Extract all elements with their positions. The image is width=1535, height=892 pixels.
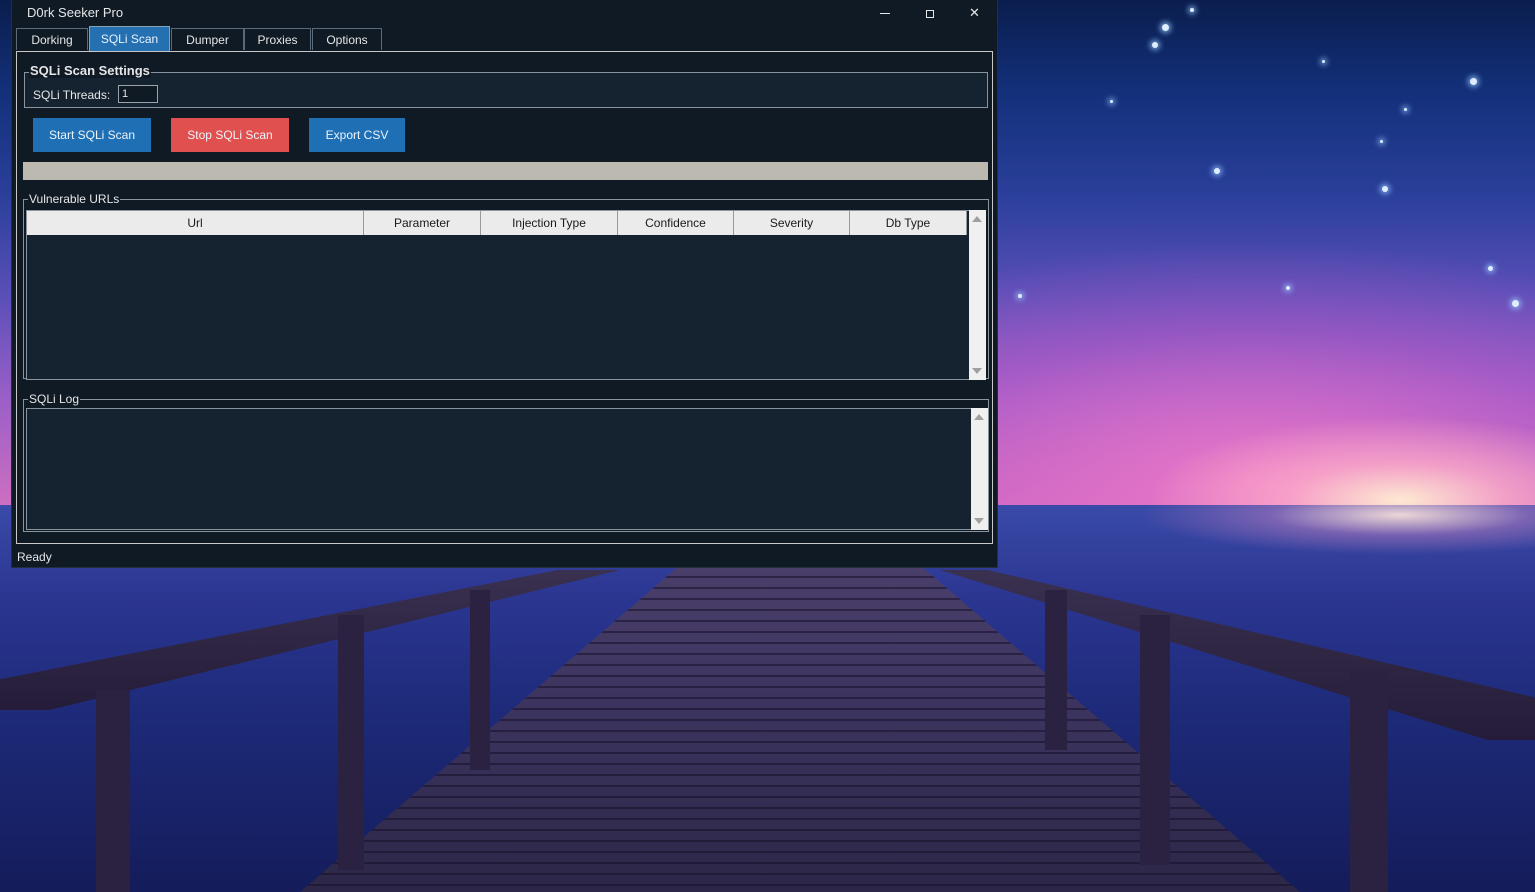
sqli-log-textarea[interactable]: [26, 408, 972, 530]
star: [1512, 300, 1519, 307]
column-header-confidence[interactable]: Confidence: [618, 211, 734, 235]
column-header-url[interactable]: Url: [27, 211, 364, 235]
star: [1488, 266, 1493, 271]
pier-post: [338, 615, 364, 870]
star: [1470, 78, 1477, 85]
star: [1018, 294, 1022, 298]
tab-dorking[interactable]: Dorking: [16, 28, 88, 50]
minimize-button[interactable]: [862, 0, 907, 26]
star: [1162, 24, 1169, 31]
maximize-icon: [925, 9, 934, 18]
star: [1110, 100, 1113, 103]
scan-progress-bar: [23, 162, 988, 180]
scroll-up-icon[interactable]: [972, 216, 982, 222]
star: [1322, 60, 1325, 63]
start-sqli-scan-button[interactable]: Start SQLi Scan: [33, 118, 151, 152]
tab-proxies[interactable]: Proxies: [244, 28, 311, 50]
stop-sqli-scan-button[interactable]: Stop SQLi Scan: [171, 118, 289, 152]
tab-dumper[interactable]: Dumper: [171, 28, 244, 50]
pier-post: [1350, 670, 1388, 892]
window-title: D0rk Seeker Pro: [27, 5, 124, 20]
sqli-settings-title: SQLi Scan Settings: [29, 63, 151, 78]
sqli-log-group: SQLi Log: [23, 392, 989, 532]
title-bar[interactable]: D0rk Seeker Pro ✕: [12, 0, 997, 26]
star: [1214, 168, 1220, 174]
grid-header: Url Parameter Injection Type Confidence …: [27, 211, 967, 235]
star: [1380, 140, 1383, 143]
scroll-down-icon[interactable]: [972, 368, 982, 374]
status-text: Ready: [17, 550, 52, 564]
scroll-down-icon[interactable]: [974, 518, 984, 524]
scroll-up-icon[interactable]: [974, 414, 984, 420]
star: [1286, 286, 1290, 290]
tab-options[interactable]: Options: [312, 28, 382, 50]
threads-input[interactable]: [118, 85, 158, 103]
pier-post: [1045, 590, 1067, 750]
tab-sqli-scan[interactable]: SQLi Scan: [89, 26, 170, 51]
pier-post: [470, 590, 490, 770]
star: [1190, 8, 1194, 12]
column-header-injection-type[interactable]: Injection Type: [481, 211, 618, 235]
sqli-log-scrollbar[interactable]: [971, 408, 988, 530]
threads-label: SQLi Threads:: [33, 88, 111, 102]
star: [1152, 42, 1158, 48]
star: [1382, 186, 1388, 192]
vulnerable-urls-scrollbar[interactable]: [969, 210, 986, 380]
column-header-severity[interactable]: Severity: [734, 211, 850, 235]
pier-post: [1140, 615, 1170, 865]
close-icon: ✕: [969, 5, 980, 20]
column-header-parameter[interactable]: Parameter: [364, 211, 481, 235]
vulnerable-urls-group: Vulnerable URLs Url Parameter Injection …: [23, 192, 989, 380]
pier-post: [96, 690, 130, 892]
status-bar: Ready: [12, 545, 997, 567]
export-csv-button[interactable]: Export CSV: [309, 118, 405, 152]
sqli-scan-page: SQLi Scan Settings SQLi Threads: Start S…: [16, 51, 993, 544]
column-header-db-type[interactable]: Db Type: [850, 211, 967, 235]
app-window: D0rk Seeker Pro ✕ Dorking SQLi Scan Dump…: [12, 0, 997, 567]
vulnerable-urls-title: Vulnerable URLs: [28, 192, 121, 206]
star: [1404, 108, 1407, 111]
vulnerable-urls-grid[interactable]: Url Parameter Injection Type Confidence …: [26, 210, 970, 380]
maximize-button[interactable]: [907, 0, 952, 26]
minimize-icon: [879, 13, 890, 15]
sqli-log-title: SQLi Log: [28, 392, 81, 406]
sqli-settings-group: SQLi Scan Settings SQLi Threads:: [24, 63, 988, 108]
close-button[interactable]: ✕: [952, 0, 997, 26]
